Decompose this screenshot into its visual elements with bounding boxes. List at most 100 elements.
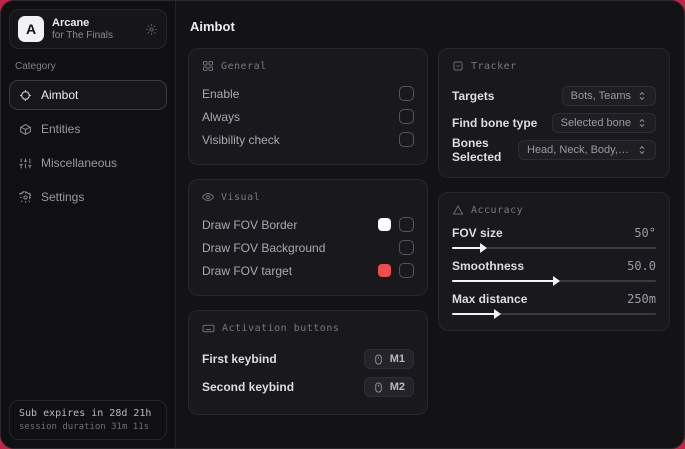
smoothness-slider-block: Smoothness 50.0 <box>452 259 656 286</box>
setting-label: Second keybind <box>202 380 295 394</box>
find-bone-type-dropdown[interactable]: Selected bone <box>551 112 656 133</box>
general-card: General Enable Always Visibility check <box>188 48 428 165</box>
page-title: Aimbot <box>190 19 235 34</box>
slider-value: 50.0 <box>627 259 656 273</box>
dropdown-value: Selected bone <box>560 116 631 129</box>
smoothness-slider[interactable] <box>452 276 656 286</box>
max-distance-slider-block: Max distance 250m <box>452 292 656 319</box>
setting-row-always: Always <box>202 105 414 128</box>
first-keybind-button[interactable]: M1 <box>363 349 414 369</box>
card-title: Tracker <box>471 60 517 72</box>
setting-row-fov-background: Draw FOV Background <box>202 236 414 259</box>
chevrons-up-down-icon <box>637 145 647 155</box>
fov-border-checkbox[interactable] <box>399 217 414 232</box>
setting-label: Enable <box>202 86 240 101</box>
setting-row-visibility-check: Visibility check <box>202 128 414 151</box>
slider-label: FOV size <box>452 226 503 240</box>
slider-label: Smoothness <box>452 259 525 273</box>
app-header-card: A Arcane for The Finals <box>9 9 167 49</box>
card-title: General <box>221 60 267 72</box>
setting-label: First keybind <box>202 352 277 366</box>
gear-icon <box>19 190 32 204</box>
chevrons-up-down-icon <box>637 91 647 101</box>
setting-label: Find bone type <box>452 115 538 130</box>
main-content: Aimbot General Enable Always Visibility … <box>176 1 684 448</box>
setting-row-fov-border: Draw FOV Border <box>202 213 414 236</box>
eye-icon <box>202 191 214 203</box>
slider-label: Max distance <box>452 292 528 306</box>
card-title: Accuracy <box>471 204 524 216</box>
crosshair-icon <box>19 89 32 102</box>
visibility-check-checkbox[interactable] <box>399 132 414 147</box>
always-checkbox[interactable] <box>399 109 414 124</box>
dropdown-value: Bots, Teams <box>570 89 631 102</box>
sidebar-item-label: Entities <box>41 122 81 136</box>
fov-target-color-swatch[interactable] <box>378 264 391 277</box>
subscription-info-card: Sub expires in 28d 21h session duration … <box>9 400 167 440</box>
setting-label: Draw FOV Border <box>202 217 298 232</box>
fov-size-slider-block: FOV size 50° <box>452 226 656 253</box>
tracker-card: Tracker Targets Bots, Teams Find bone ty… <box>438 48 670 178</box>
gear-icon[interactable] <box>145 23 158 36</box>
keybind-value: M2 <box>389 381 405 393</box>
sliders-icon <box>19 157 32 170</box>
keybind-value: M1 <box>389 353 405 365</box>
bones-selected-dropdown[interactable]: Head, Neck, Body, Pe.. <box>518 140 656 160</box>
accuracy-card: Accuracy FOV size 50° Smoothness 50.0 Ma… <box>438 192 670 331</box>
fov-size-slider[interactable] <box>452 243 656 253</box>
keyboard-icon <box>202 322 215 335</box>
setting-label: Draw FOV Background <box>202 240 326 255</box>
setting-row-first-keybind: First keybind M1 <box>202 345 414 373</box>
sidebar: A Arcane for The Finals Category Aimbot <box>1 1 176 448</box>
app-title: Arcane <box>52 16 90 29</box>
grid-icon <box>202 60 214 72</box>
second-keybind-button[interactable]: M2 <box>363 377 414 397</box>
slider-thumb[interactable] <box>493 309 501 319</box>
setting-row-bones-selected: Bones Selected Head, Neck, Body, Pe.. <box>452 136 656 164</box>
app-subtitle: for The Finals <box>52 29 113 41</box>
dropdown-value: Head, Neck, Body, Pe.. <box>527 144 631 156</box>
sidebar-item-miscellaneous[interactable]: Miscellaneous <box>9 148 167 178</box>
mouse-icon <box>373 381 384 393</box>
mouse-icon <box>373 353 384 365</box>
setting-row-find-bone-type: Find bone type Selected bone <box>452 109 656 136</box>
targets-dropdown[interactable]: Bots, Teams <box>561 85 656 106</box>
slider-value: 250m <box>627 292 656 306</box>
card-title: Visual <box>221 191 261 203</box>
max-distance-slider[interactable] <box>452 309 656 319</box>
activation-buttons-card: Activation buttons First keybind M1 Seco… <box>188 310 428 415</box>
enable-checkbox[interactable] <box>399 86 414 101</box>
sidebar-item-label: Aimbot <box>41 88 79 102</box>
cube-icon <box>19 123 32 136</box>
visual-card: Visual Draw FOV Border Draw FOV Backgrou… <box>188 179 428 296</box>
fov-target-checkbox[interactable] <box>399 263 414 278</box>
sidebar-item-label: Miscellaneous <box>41 156 118 170</box>
sidebar-item-aimbot[interactable]: Aimbot <box>9 80 167 110</box>
triangle-icon <box>452 204 464 216</box>
fov-border-color-swatch[interactable] <box>378 218 391 231</box>
sidebar-item-label: Settings <box>41 190 85 204</box>
scan-icon <box>452 60 464 72</box>
card-title: Activation buttons <box>222 323 340 334</box>
sidebar-item-entities[interactable]: Entities <box>9 114 167 144</box>
setting-label: Targets <box>452 88 495 103</box>
slider-value: 50° <box>634 226 656 240</box>
session-duration-text: session duration 31m 11s <box>19 422 150 432</box>
sub-expiry-text: Sub expires in 28d 21h <box>19 408 152 419</box>
fov-background-checkbox[interactable] <box>399 240 414 255</box>
setting-label: Always <box>202 109 241 124</box>
sidebar-item-settings[interactable]: Settings <box>9 182 167 212</box>
setting-label: Draw FOV target <box>202 263 293 278</box>
slider-thumb[interactable] <box>553 276 560 286</box>
setting-row-targets: Targets Bots, Teams <box>452 82 656 109</box>
app-logo: A <box>18 16 44 42</box>
app-window: A Arcane for The Finals Category Aimbot <box>0 0 685 449</box>
setting-row-enable: Enable <box>202 82 414 105</box>
setting-label: Bones Selected <box>452 136 502 164</box>
setting-row-fov-target: Draw FOV target <box>202 259 414 282</box>
setting-label: Visibility check <box>202 132 280 147</box>
slider-thumb[interactable] <box>479 243 487 253</box>
setting-row-second-keybind: Second keybind M2 <box>202 373 414 401</box>
chevrons-up-down-icon <box>637 118 647 128</box>
category-label: Category <box>15 61 56 72</box>
